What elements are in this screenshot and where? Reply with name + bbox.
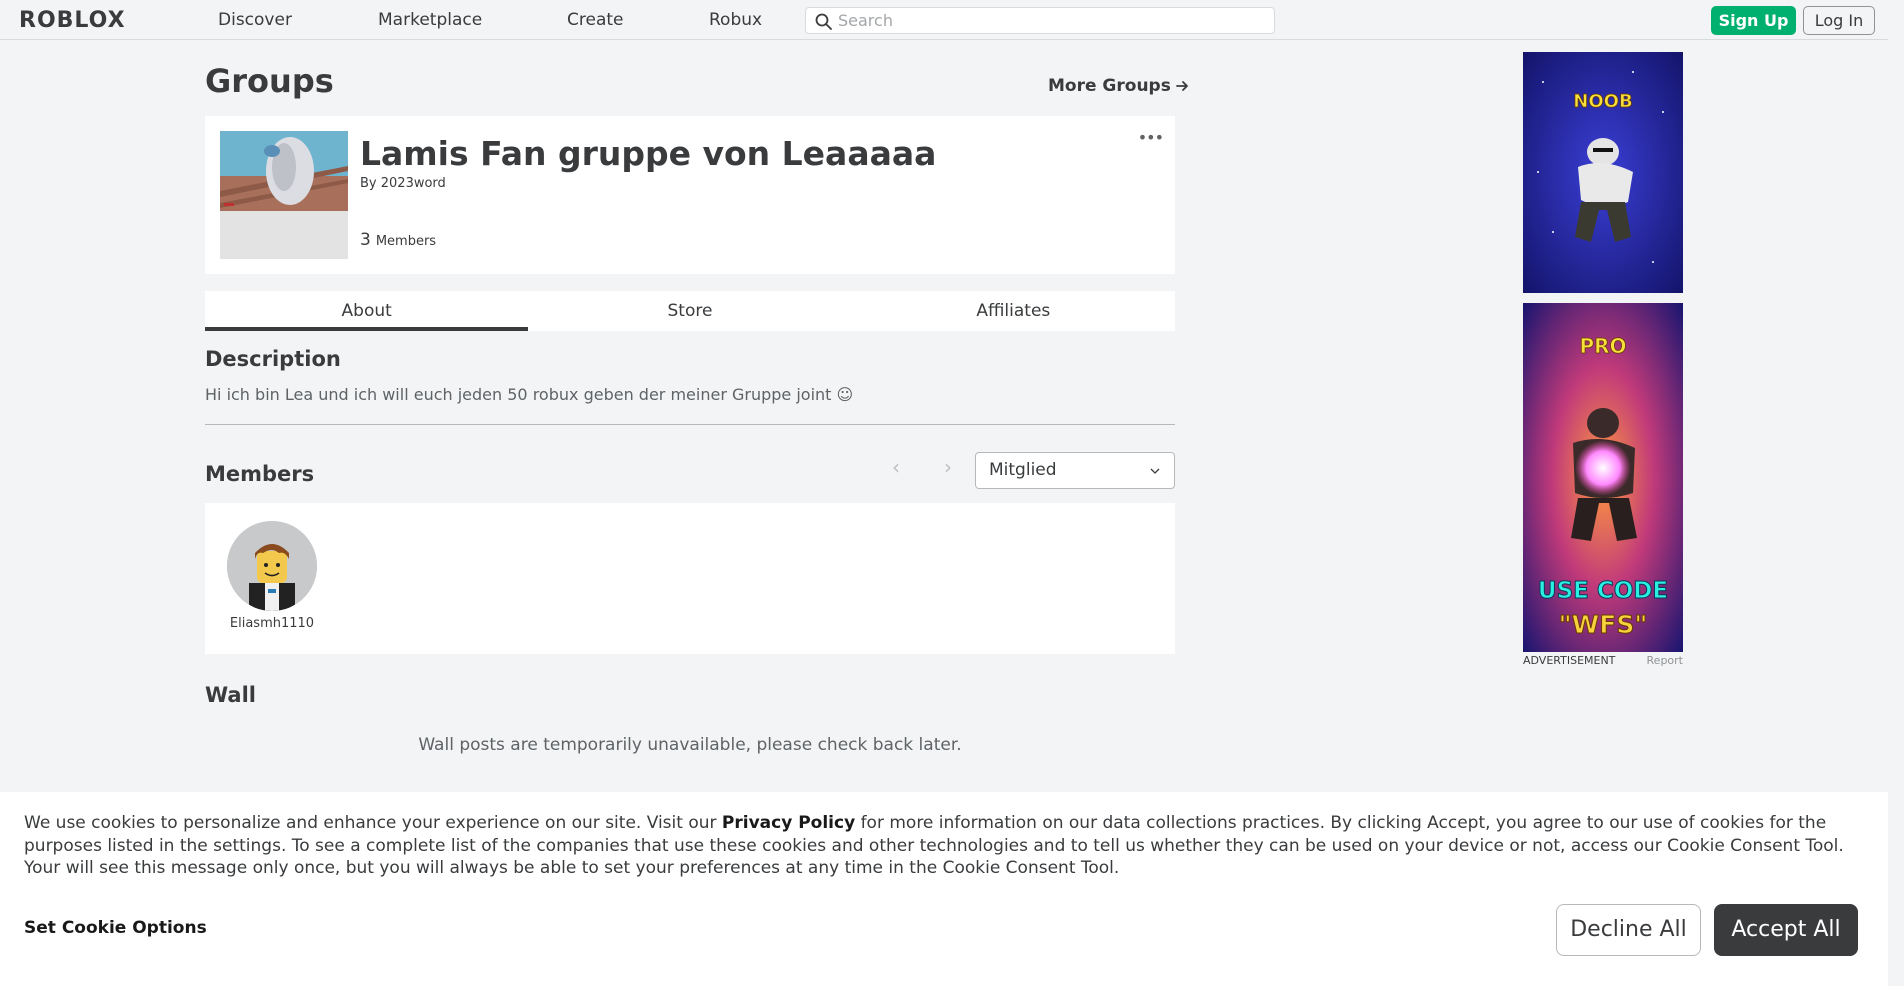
group-emblem-image bbox=[220, 131, 348, 259]
ad-bottom-title: PRO bbox=[1579, 334, 1626, 358]
privacy-policy-link[interactable]: Privacy Policy bbox=[722, 813, 855, 833]
group-name: Lamis Fan gruppe von Leaaaaa bbox=[360, 134, 937, 173]
cookie-message: We use cookies to personalize and enhanc… bbox=[24, 812, 1844, 880]
ad-report-link[interactable]: Report bbox=[1647, 654, 1683, 667]
chevron-right-icon[interactable]: › bbox=[936, 455, 960, 479]
member-count-value: 3 bbox=[360, 230, 371, 250]
log-in-button[interactable]: Log In bbox=[1803, 6, 1875, 35]
role-dropdown[interactable]: Mitglied bbox=[975, 452, 1175, 489]
search-box bbox=[805, 7, 1275, 34]
top-navigation-bar: ROBLOX Discover Marketplace Create Robux… bbox=[0, 0, 1904, 40]
advertisement-label: ADVERTISEMENT bbox=[1523, 654, 1616, 667]
ad-bottom-code-line2: "WFS" bbox=[1559, 610, 1648, 639]
set-cookie-options-link[interactable]: Set Cookie Options bbox=[24, 918, 207, 938]
arrow-right-icon bbox=[1175, 81, 1188, 91]
member-name: Eliasmh1110 bbox=[229, 616, 315, 631]
tab-affiliates[interactable]: Affiliates bbox=[852, 291, 1175, 331]
description-text: Hi ich bin Lea und ich will euch jeden 5… bbox=[205, 385, 854, 404]
more-options-icon[interactable]: ••• bbox=[1138, 128, 1164, 147]
cookie-consent-banner: We use cookies to personalize and enhanc… bbox=[0, 792, 1888, 986]
roblox-logo[interactable]: ROBLOX bbox=[19, 7, 126, 33]
nav-marketplace[interactable]: Marketplace bbox=[378, 0, 482, 40]
chevron-down-icon bbox=[1150, 468, 1160, 474]
sign-up-button[interactable]: Sign Up bbox=[1711, 6, 1796, 35]
advertisement-top[interactable]: NOOB bbox=[1523, 52, 1683, 293]
nav-create[interactable]: Create bbox=[567, 0, 624, 40]
group-member-count: 3 Members bbox=[360, 230, 436, 250]
group-header-card: Lamis Fan gruppe von Leaaaaa By 2023word… bbox=[205, 116, 1175, 274]
advertisement-bottom[interactable]: PRO USE CODE "WFS" bbox=[1523, 303, 1683, 652]
wall-heading: Wall bbox=[205, 683, 256, 707]
group-tabs: About Store Affiliates bbox=[205, 291, 1175, 331]
logo-text: ROBLOX bbox=[19, 7, 126, 33]
description-heading: Description bbox=[205, 347, 341, 371]
tab-about[interactable]: About bbox=[205, 291, 529, 331]
member-avatar bbox=[227, 521, 317, 611]
nav-discover[interactable]: Discover bbox=[218, 0, 292, 40]
role-dropdown-value: Mitglied bbox=[989, 460, 1057, 480]
owner-link[interactable]: 2023word bbox=[381, 176, 446, 191]
search-input[interactable] bbox=[838, 8, 1268, 33]
wall-unavailable-message: Wall posts are temporarily unavailable, … bbox=[418, 735, 962, 755]
owner-prefix: By bbox=[360, 176, 377, 191]
member-count-label: Members bbox=[375, 234, 437, 249]
member-card[interactable]: Eliasmh1110 bbox=[227, 521, 317, 631]
search-icon[interactable] bbox=[815, 13, 832, 30]
ad-top-text: NOOB bbox=[1573, 91, 1632, 112]
nav-robux[interactable]: Robux bbox=[709, 0, 762, 40]
section-divider bbox=[205, 424, 1175, 425]
page-title: Groups bbox=[205, 62, 334, 100]
members-heading: Members bbox=[205, 462, 315, 486]
ad-footer: ADVERTISEMENT Report bbox=[1523, 654, 1683, 667]
decline-all-button[interactable]: Decline All bbox=[1556, 904, 1701, 956]
members-panel: Eliasmh1110 bbox=[205, 503, 1175, 654]
cookie-text-part1: We use cookies to personalize and enhanc… bbox=[24, 813, 722, 833]
tab-store[interactable]: Store bbox=[528, 291, 851, 331]
group-owner: By 2023word bbox=[360, 176, 446, 191]
page-scrollbar[interactable] bbox=[1888, 0, 1904, 986]
chevron-left-icon[interactable]: ‹ bbox=[884, 455, 908, 479]
accept-all-button[interactable]: Accept All bbox=[1714, 904, 1858, 956]
more-groups-link[interactable]: More Groups bbox=[1048, 76, 1189, 96]
ad-bottom-code-line1: USE CODE bbox=[1538, 578, 1668, 604]
more-groups-label: More Groups bbox=[1048, 76, 1171, 96]
